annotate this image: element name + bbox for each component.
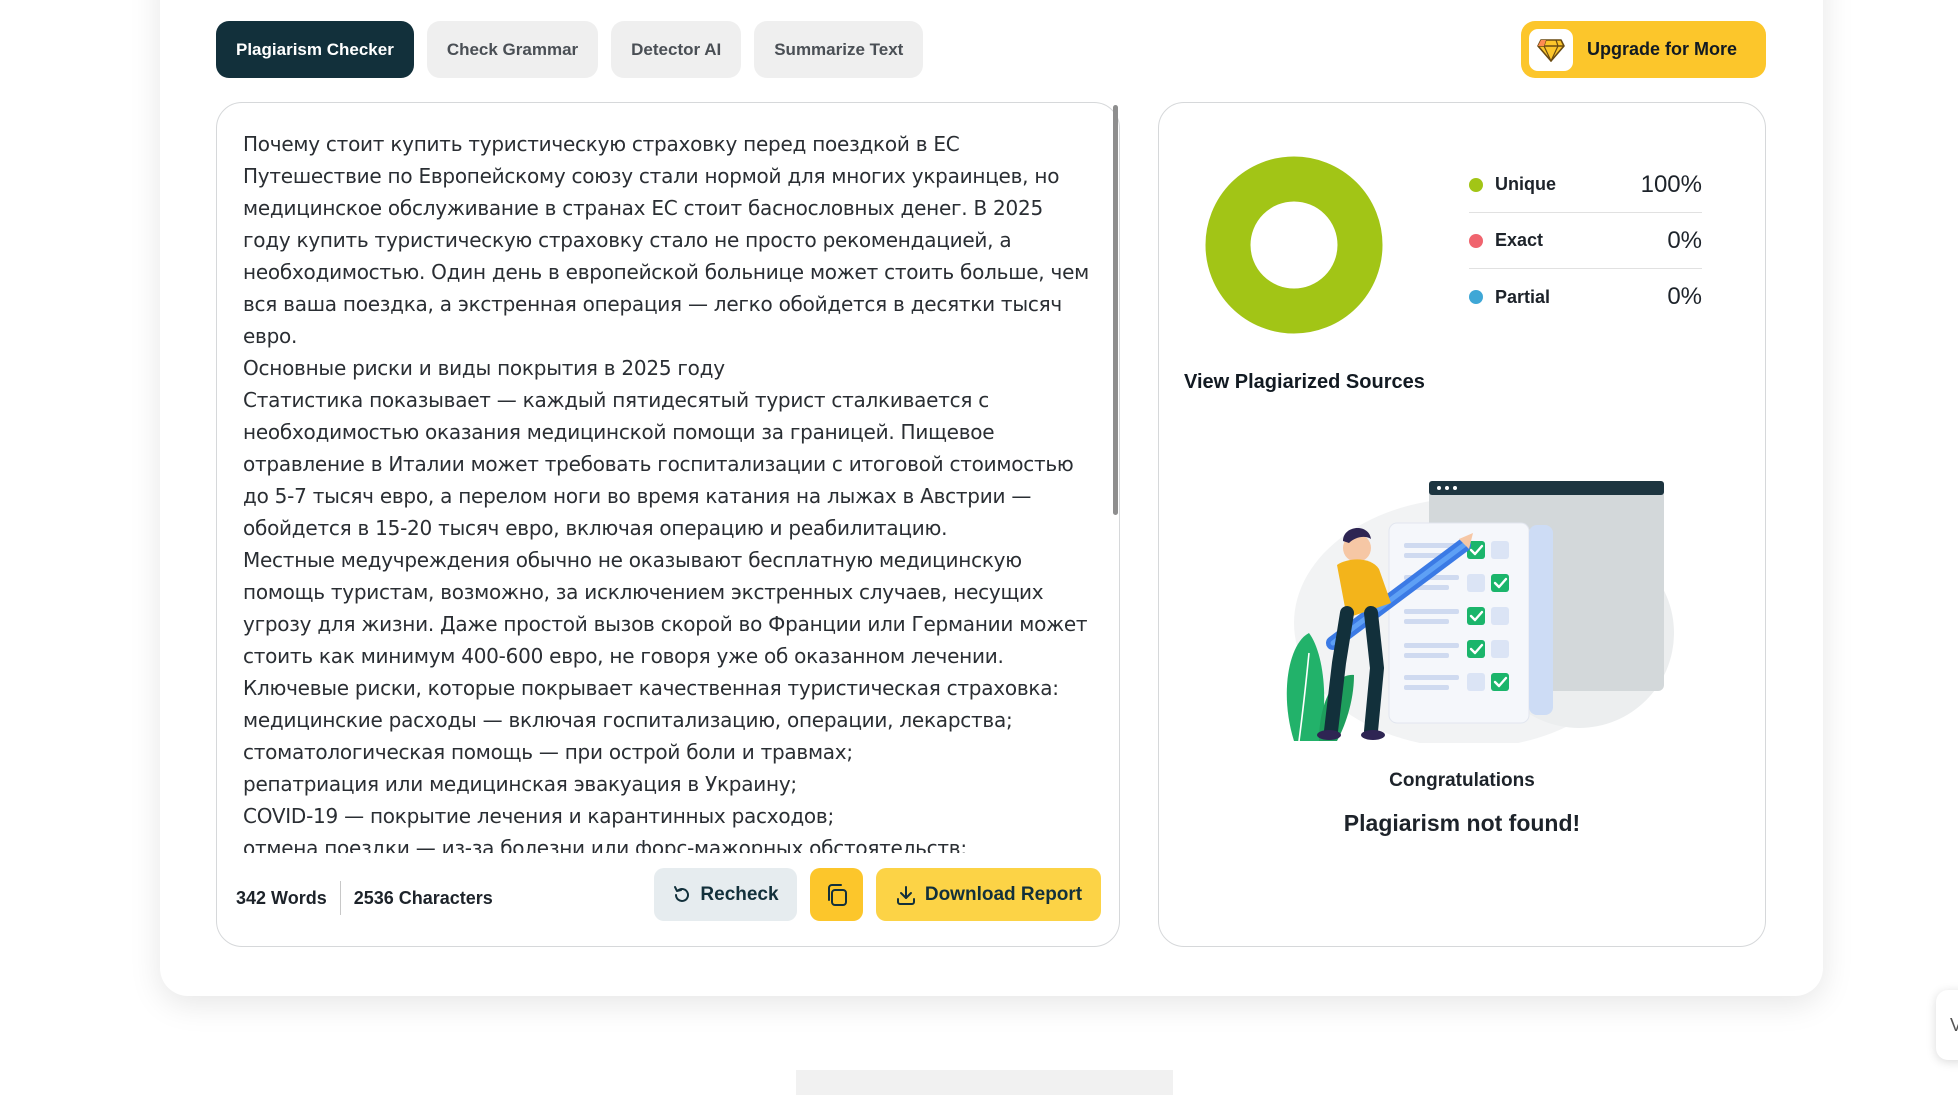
editor-paragraph: Статистика показывает — каждый пятидесят…: [243, 388, 1074, 540]
download-icon: [896, 885, 915, 905]
tab-summarize-text[interactable]: Summarize Text: [754, 21, 924, 78]
checklist-illustration: [1286, 481, 1674, 743]
result-legend: Unique 100% Exact 0% Partial 0%: [1469, 157, 1702, 325]
footer-placeholder: [796, 1070, 1173, 1095]
editor-paragraph: стоматологическая помощь — при острой бо…: [243, 740, 853, 764]
partial-dot: [1469, 290, 1483, 304]
editor-scrollbar[interactable]: [1111, 105, 1119, 857]
text-editor[interactable]: Почему стоит купить туристическую страхо…: [216, 102, 1120, 947]
editor-paragraph: репатриация или медицинская эвакуация в …: [243, 772, 797, 796]
recheck-label: Recheck: [700, 883, 779, 905]
recheck-button[interactable]: Recheck: [654, 868, 797, 921]
donut-unique-arc: [1205, 156, 1383, 334]
legend-unique: Unique 100%: [1469, 157, 1702, 213]
legend-value: 0%: [1667, 283, 1702, 310]
uniqueness-donut: [1205, 156, 1383, 334]
editor-paragraph: медицинские расходы — включая госпитализ…: [243, 708, 1013, 732]
tool-tabs: Plagiarism Checker Check Grammar Detecto…: [216, 21, 924, 78]
divider: [339, 881, 341, 915]
editor-paragraph: COVID-19 — покрытие лечения и карантинны…: [243, 804, 834, 828]
word-count: 342 Words: [236, 887, 327, 908]
editor-paragraph: Местные медучреждения обычно не оказываю…: [243, 548, 1088, 668]
legend-partial: Partial 0%: [1469, 269, 1702, 325]
editor-paragraph: Ключевые риски, которые покрывает качест…: [243, 676, 1059, 700]
tab-plagiarism-checker[interactable]: Plagiarism Checker: [216, 21, 414, 78]
editor-content[interactable]: Почему стоит купить туристическую страхо…: [243, 128, 1093, 853]
legend-value: 100%: [1640, 170, 1702, 198]
text-stats: 342 Words 2536 Characters: [236, 881, 493, 915]
download-report-button[interactable]: Download Report: [876, 868, 1101, 921]
legend-label: Exact: [1495, 230, 1544, 250]
results-panel: Unique 100% Exact 0% Partial 0% View Pla…: [1158, 102, 1766, 947]
tab-detector-ai[interactable]: Detector AI: [611, 21, 742, 78]
side-widget-label: V: [1950, 1014, 1958, 1035]
legend-label: Partial: [1495, 286, 1551, 307]
unique-dot: [1469, 177, 1483, 192]
side-widget-tab[interactable]: V: [1936, 990, 1958, 1060]
upgrade-label: Upgrade for More: [1587, 39, 1738, 59]
copy-button[interactable]: [810, 868, 863, 921]
editor-paragraph: отмена поездки — из-за болезни или форс-…: [243, 836, 967, 853]
view-sources-link[interactable]: View Plagiarized Sources: [1184, 371, 1425, 394]
upgrade-button[interactable]: Upgrade for More: [1521, 21, 1766, 78]
editor-paragraph: Основные риски и виды покрытия в 2025 го…: [243, 356, 725, 380]
refresh-icon: [674, 885, 690, 902]
result-message: Plagiarism not found!: [1343, 810, 1581, 836]
scrollbar-thumb[interactable]: [1113, 105, 1118, 515]
download-label: Download Report: [924, 883, 1083, 905]
tab-check-grammar[interactable]: Check Grammar: [426, 21, 599, 78]
character-count: 2536 Characters: [353, 887, 493, 908]
editor-paragraph: Почему стоит купить туристическую страхо…: [243, 132, 960, 156]
legend-label: Unique: [1495, 174, 1556, 194]
congrats-text: Congratulations: [1389, 770, 1535, 791]
exact-dot: [1469, 233, 1483, 248]
diamond-icon: [1529, 28, 1573, 71]
editor-paragraph: Путешествие по Европейскому союзу стали …: [243, 164, 1089, 348]
legend-exact: Exact 0%: [1469, 213, 1702, 269]
copy-icon: [827, 883, 847, 906]
legend-value: 0%: [1667, 226, 1702, 254]
